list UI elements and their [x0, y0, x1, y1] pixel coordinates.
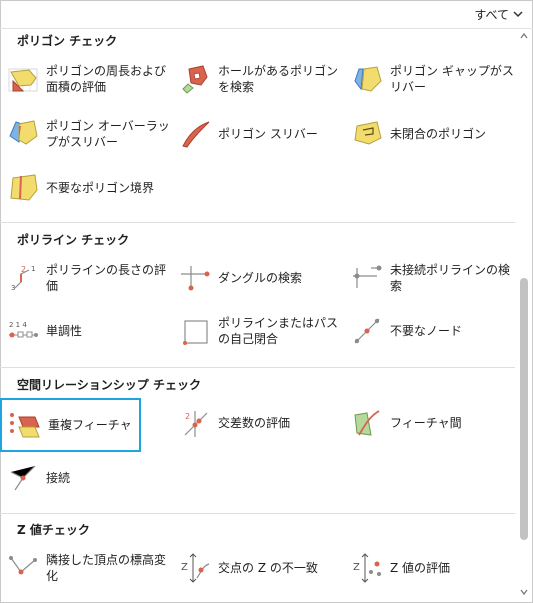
self-closing-icon [183, 320, 208, 345]
svg-text:1: 1 [31, 265, 35, 273]
item-intersection-z-mismatch[interactable]: Z 交点の Z の不一致 [172, 546, 340, 590]
section-title-z-value-checks: Z 値チェック [17, 523, 90, 537]
item-find-unconnected-polylines[interactable]: 未接続ポリラインの検索 [344, 256, 512, 300]
duplicate-features-icon [10, 413, 40, 438]
section-title-polyline-checks: ポリライン チェック [17, 233, 130, 247]
item-polygon-gap-sliver[interactable]: ポリゴン ギャップがスリバー [344, 57, 514, 101]
svg-text:2: 2 [185, 412, 190, 421]
polyline-length-icon: 2 1 3 [11, 265, 35, 292]
item-polygon-overlap-sliver[interactable]: ポリゴン オーバーラップがスリバー [0, 112, 170, 156]
polygon-perimeter-area-icon [8, 68, 38, 92]
item-polyline-length[interactable]: 2 1 3 ポリラインの長さの評価 [0, 256, 168, 300]
unconnected-polyline-icon [353, 265, 382, 288]
chevron-down-icon [513, 11, 523, 18]
item-monotonicity[interactable]: 2 1 4 単調性 [0, 309, 168, 353]
item-evaluate-z-values[interactable]: Z Z 値の評価 [344, 546, 512, 590]
section-divider [0, 367, 515, 368]
polygon-gap-sliver-icon [354, 66, 382, 92]
scroll-down-icon[interactable] [520, 588, 528, 596]
item-label: 交差数の評価 [218, 416, 291, 430]
polygon-sliver-icon [182, 121, 210, 148]
unnecessary-boundary-icon [10, 174, 38, 201]
filter-dropdown[interactable]: すべて [474, 6, 523, 22]
gallery-header: すべて [0, 0, 533, 29]
section-title-polygon-checks: ポリゴン チェック [17, 34, 118, 48]
check-gallery: ポリゴン チェック ポリゴンの周長および面積の評価 ホールがあるポリゴンを検索 … [0, 28, 515, 603]
section-divider [0, 513, 515, 514]
item-label: ポリゴン オーバーラップがスリバー [46, 119, 170, 149]
item-label: ホールがあるポリゴンを検索 [218, 64, 339, 94]
svg-text:2 1 4: 2 1 4 [9, 321, 27, 329]
item-unnecessary-polygon-boundary[interactable]: 不要なポリゴン境界 [0, 166, 168, 210]
item-label: ポリラインまたはパスの自己閉合 [218, 316, 339, 346]
scrollbar-thumb[interactable] [520, 278, 528, 540]
item-label: ポリゴンの周長および面積の評価 [46, 64, 167, 94]
item-polygon-sliver[interactable]: ポリゴン スリバー [172, 112, 340, 156]
item-polygon-perimeter-area[interactable]: ポリゴンの周長および面積の評価 [0, 57, 168, 101]
monotonicity-icon: 2 1 4 [9, 321, 38, 338]
item-duplicate-features[interactable]: 重複フィーチャ [0, 398, 141, 452]
item-unnecessary-nodes[interactable]: 不要なノード [344, 309, 512, 353]
item-label: ポリラインの長さの評価 [46, 263, 167, 293]
svg-text:Z: Z [353, 562, 360, 573]
item-label: Z 値の評価 [390, 561, 451, 575]
unnecessary-node-icon [354, 318, 380, 344]
item-label: フィーチャ間 [390, 416, 462, 430]
dangle-icon [181, 266, 210, 291]
vertical-scrollbar[interactable] [516, 28, 532, 602]
item-label: 重複フィーチャ [48, 418, 132, 432]
polygon-overlap-sliver-icon [9, 120, 38, 145]
z-value-icon: Z [353, 553, 381, 583]
item-label: 交点の Z の不一致 [218, 561, 318, 575]
item-label: 不要なノード [390, 324, 463, 338]
item-label: ダングルの検索 [218, 271, 303, 285]
feature-on-feature-icon [354, 410, 380, 436]
unclosed-polygon-icon [354, 121, 382, 145]
polygon-hole-icon [182, 65, 208, 94]
item-label: ポリゴン ギャップがスリバー [390, 64, 514, 94]
item-adjacent-vertex-elevation-change[interactable]: 隣接した頂点の標高変化 [0, 546, 168, 590]
item-evaluate-intersections[interactable]: 2 交差数の評価 [172, 401, 340, 445]
item-label: 隣接した頂点の標高変化 [46, 553, 167, 583]
item-label: 接続 [46, 471, 71, 485]
item-connectivity[interactable]: 接続 [0, 456, 168, 500]
item-label: 未閉合のポリゴン [390, 127, 487, 141]
intersection-count-icon: 2 [184, 411, 208, 437]
item-unclosed-polygon[interactable]: 未閉合のポリゴン [344, 112, 512, 156]
adjacent-vertex-elevation-icon [9, 556, 37, 575]
connectivity-icon [10, 465, 36, 491]
item-find-dangles[interactable]: ダングルの検索 [172, 256, 340, 300]
section-title-spatial-relationship-checks: 空間リレーションシップ チェック [17, 378, 201, 392]
item-label: 未接続ポリラインの検索 [390, 263, 511, 293]
item-label: 不要なポリゴン境界 [46, 181, 155, 195]
section-divider [0, 222, 515, 223]
svg-text:Z: Z [181, 562, 188, 573]
item-feature-on-feature[interactable]: フィーチャ間 [344, 401, 512, 445]
item-label: ポリゴン スリバー [218, 127, 318, 141]
filter-label: すべて [474, 7, 509, 22]
item-label: 単調性 [46, 324, 83, 338]
svg-text:3: 3 [11, 284, 15, 292]
item-find-polygon-holes[interactable]: ホールがあるポリゴンを検索 [172, 57, 340, 101]
z-mismatch-icon: Z [181, 553, 210, 583]
scroll-up-icon[interactable] [520, 32, 528, 40]
item-polyline-self-closing[interactable]: ポリラインまたはパスの自己閉合 [172, 309, 340, 353]
